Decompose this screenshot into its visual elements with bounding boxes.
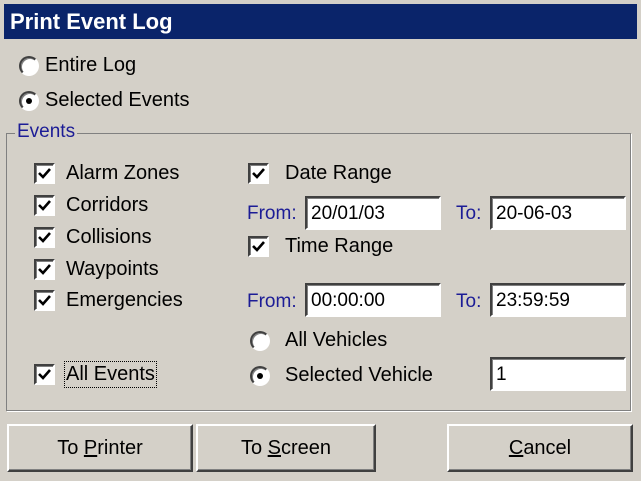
emergencies-label[interactable]: Emergencies: [66, 289, 183, 312]
title-bar[interactable]: Print Event Log: [4, 4, 637, 39]
all-vehicles-radio[interactable]: [250, 331, 270, 351]
to-screen-label-suffix: creen: [281, 436, 332, 459]
cancel-label-suffix: ancel: [523, 436, 572, 459]
waypoints-label[interactable]: Waypoints: [66, 258, 159, 281]
time-to-input[interactable]: 23:59:59: [490, 283, 626, 317]
alarm-zones-checkbox[interactable]: [34, 163, 55, 184]
time-to-label: To:: [456, 291, 482, 312]
all-events-label[interactable]: All Events: [64, 361, 157, 388]
checkmark-icon: [38, 369, 51, 380]
cancel-mnemonic: C: [508, 436, 524, 459]
date-to-input[interactable]: 20-06-03: [490, 196, 626, 230]
date-to-label: To:: [456, 203, 482, 224]
checkmark-icon: [38, 200, 51, 211]
to-printer-mnemonic: P: [83, 436, 98, 459]
time-from-input[interactable]: 00:00:00: [305, 283, 441, 317]
time-range-label[interactable]: Time Range: [285, 235, 393, 258]
corridors-label[interactable]: Corridors: [66, 194, 148, 217]
emergencies-checkbox[interactable]: [34, 290, 55, 311]
collisions-checkbox[interactable]: [34, 227, 55, 248]
to-screen-label-prefix: To: [240, 436, 268, 459]
date-range-checkbox[interactable]: [248, 163, 269, 184]
date-from-label: From:: [247, 203, 297, 224]
selected-events-radio[interactable]: [19, 91, 39, 111]
radio-selected-dot: [26, 98, 32, 104]
to-screen-button[interactable]: To Screen: [196, 424, 376, 472]
to-screen-mnemonic: S: [267, 436, 281, 459]
date-from-input[interactable]: 20/01/03: [305, 196, 441, 230]
to-printer-button[interactable]: To Printer: [7, 424, 193, 472]
time-from-label: From:: [247, 291, 297, 312]
selected-events-label[interactable]: Selected Events: [45, 89, 190, 112]
corridors-checkbox[interactable]: [34, 195, 55, 216]
alarm-zones-label[interactable]: Alarm Zones: [66, 162, 179, 185]
all-vehicles-label[interactable]: All Vehicles: [285, 329, 387, 352]
checkmark-icon: [38, 295, 51, 306]
all-events-checkbox[interactable]: [34, 364, 55, 385]
checkmark-icon: [252, 241, 265, 252]
checkmark-icon: [38, 168, 51, 179]
collisions-label[interactable]: Collisions: [66, 226, 152, 249]
vehicle-id-input[interactable]: 1: [490, 357, 626, 391]
to-printer-label-prefix: To: [57, 436, 84, 459]
checkmark-icon: [38, 264, 51, 275]
radio-selected-dot: [257, 373, 263, 379]
waypoints-checkbox[interactable]: [34, 259, 55, 280]
dialog-title: Print Event Log: [10, 9, 173, 34]
date-range-label[interactable]: Date Range: [285, 162, 392, 185]
events-group-label: Events: [15, 121, 78, 143]
cancel-button[interactable]: Cancel: [447, 424, 633, 472]
selected-vehicle-label[interactable]: Selected Vehicle: [285, 364, 433, 387]
time-range-checkbox[interactable]: [248, 236, 269, 257]
to-printer-label-suffix: rinter: [97, 436, 143, 459]
checkmark-icon: [38, 232, 51, 243]
print-event-log-dialog: Print Event Log Entire Log Selected Even…: [0, 0, 641, 481]
checkmark-icon: [252, 168, 265, 179]
entire-log-label[interactable]: Entire Log: [45, 54, 136, 77]
selected-vehicle-radio[interactable]: [250, 366, 270, 386]
entire-log-radio[interactable]: [19, 56, 39, 76]
